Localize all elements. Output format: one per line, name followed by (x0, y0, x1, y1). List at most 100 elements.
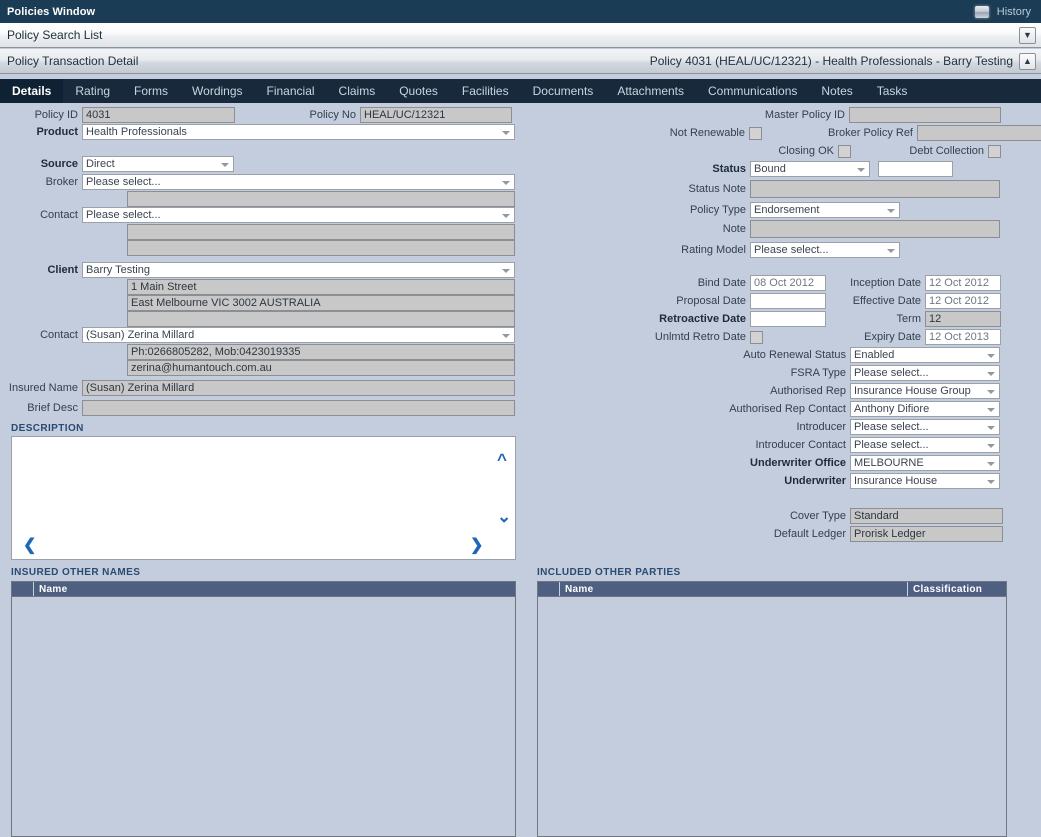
client-contact-select[interactable]: (Susan) Zerina Millard (82, 327, 515, 343)
fsra-type-select[interactable]: Please select... (850, 365, 1000, 381)
field-broker-policy-ref: Broker Policy Ref (700, 125, 1041, 141)
retroactive-date-input[interactable] (750, 311, 826, 327)
unlmtd-retro-date-checkbox[interactable] (750, 330, 763, 344)
tab-details[interactable]: Details (0, 79, 64, 103)
tab-communications[interactable]: Communications (696, 79, 809, 103)
field-client-contact-phone: Ph:0266805282, Mob:0423019335 (127, 344, 515, 360)
details-form: Policy ID 4031 Policy No HEAL/UC/12321 P… (0, 103, 1041, 837)
field-default-ledger: Default Ledger Prorisk Ledger (640, 526, 1003, 542)
broker-contact-detail-1-value (127, 224, 515, 240)
authorised-rep-select[interactable]: Insurance House Group (850, 383, 1000, 399)
cover-type-label: Cover Type (789, 510, 846, 522)
broker-label: Broker (45, 176, 78, 188)
chevron-down-icon[interactable]: ⌄ (497, 508, 511, 525)
expiry-date-input[interactable]: 12 Oct 2013 (925, 329, 1001, 345)
row-selector-gutter (12, 582, 34, 596)
field-note: Note (640, 220, 1000, 238)
policy-summary-title: Policy 4031 (HEAL/UC/12321) - Health Pro… (649, 54, 1013, 68)
chevron-left-icon[interactable]: ❮ (23, 538, 36, 554)
policy-type-select[interactable]: Endorsement (750, 202, 900, 218)
policy-id-value: 4031 (82, 107, 235, 123)
field-client-address-2: East Melbourne VIC 3002 AUSTRALIA (127, 295, 515, 311)
effective-date-input[interactable]: 12 Oct 2012 (925, 293, 1001, 309)
debt-collection-checkbox[interactable] (988, 144, 1001, 158)
chevron-up-icon[interactable]: ^ (497, 451, 507, 468)
underwriter-office-select[interactable]: MELBOURNE (850, 455, 1000, 471)
term-value: 12 (925, 311, 1001, 327)
included-other-parties-title: INCLUDED OTHER PARTIES (537, 567, 681, 578)
field-broker-contact-detail-1 (127, 224, 515, 240)
column-header-name[interactable]: Name (560, 582, 908, 596)
tab-documents[interactable]: Documents (521, 79, 606, 103)
brief-desc-label: Brief Desc (27, 402, 78, 414)
introducer-contact-label: Introducer Contact (755, 439, 847, 451)
field-client-address-3 (127, 311, 515, 327)
proposal-date-input[interactable] (750, 293, 826, 309)
field-fsra-type: FSRA Type Please select... (640, 365, 1000, 381)
brief-desc-input[interactable] (82, 400, 515, 416)
introducer-contact-select[interactable]: Please select... (850, 437, 1000, 453)
source-select[interactable]: Direct (82, 156, 234, 172)
field-underwriter-office: Underwriter Office MELBOURNE (640, 455, 1000, 471)
field-introducer: Introducer Please select... (640, 419, 1000, 435)
tab-financial[interactable]: Financial (255, 79, 327, 103)
insured-other-names-header-row: Name (12, 582, 515, 597)
tab-claims[interactable]: Claims (327, 79, 388, 103)
broker-policy-ref-value (917, 125, 1041, 141)
field-client-contact: Contact (Susan) Zerina Millard (0, 327, 515, 343)
history-button[interactable]: History (997, 6, 1031, 18)
note-input[interactable] (750, 220, 1000, 238)
field-bind-date: Bind Date 08 Oct 2012 (640, 275, 826, 291)
field-cover-type: Cover Type Standard (640, 508, 1003, 524)
bind-date-input[interactable]: 08 Oct 2012 (750, 275, 826, 291)
chevron-up-icon[interactable]: ▲ (1019, 52, 1036, 70)
note-label: Note (722, 223, 746, 235)
field-underwriter: Underwriter Insurance House (640, 473, 1000, 489)
introducer-select[interactable]: Please select... (850, 419, 1000, 435)
closing-ok-checkbox[interactable] (838, 144, 851, 158)
field-client-contact-email: zerina@humantouch.com.au (127, 360, 515, 376)
field-auto-renewal-status: Auto Renewal Status Enabled (640, 347, 1000, 363)
underwriter-office-label: Underwriter Office (750, 457, 846, 469)
field-source: Source Direct (0, 156, 234, 172)
client-select[interactable]: Barry Testing (82, 262, 515, 278)
status-select[interactable]: Bound (750, 161, 870, 177)
chevron-right-icon[interactable]: ❯ (470, 538, 483, 554)
field-term: Term 12 (840, 311, 1001, 327)
description-textarea[interactable] (11, 436, 516, 560)
tab-forms[interactable]: Forms (122, 79, 180, 103)
status-extra-input[interactable] (878, 161, 953, 177)
fsra-type-label: FSRA Type (790, 367, 846, 379)
product-select[interactable]: Health Professionals (82, 124, 515, 140)
underwriter-select[interactable]: Insurance House (850, 473, 1000, 489)
field-insured-name: Insured Name (Susan) Zerina Millard (0, 380, 515, 396)
policy-transaction-detail-bar[interactable]: Policy Transaction Detail Policy 4031 (H… (0, 49, 1041, 74)
tab-rating[interactable]: Rating (63, 79, 122, 103)
tab-quotes[interactable]: Quotes (387, 79, 450, 103)
authorised-rep-label: Authorised Rep (770, 385, 846, 397)
client-contact-label: Contact (40, 329, 78, 341)
column-header-name[interactable]: Name (34, 582, 515, 596)
field-brief-desc: Brief Desc (0, 400, 515, 416)
broker-contact-select[interactable]: Please select... (82, 207, 515, 223)
rating-model-select[interactable]: Please select... (750, 242, 900, 258)
authorised-rep-contact-select[interactable]: Anthony Difiore (850, 401, 1000, 417)
broker-select[interactable]: Please select... (82, 174, 515, 190)
tab-facilities[interactable]: Facilities (450, 79, 521, 103)
tab-wordings[interactable]: Wordings (180, 79, 254, 103)
field-introducer-contact: Introducer Contact Please select... (640, 437, 1000, 453)
chevron-down-icon[interactable]: ▼ (1019, 26, 1036, 44)
client-contact-email-value: zerina@humantouch.com.au (127, 360, 515, 376)
auto-renewal-status-select[interactable]: Enabled (850, 347, 1000, 363)
column-header-classification[interactable]: Classification (908, 582, 1006, 596)
field-status-note: Status Note (640, 180, 1000, 198)
insured-other-names-panel: Name (11, 581, 516, 837)
inception-date-input[interactable]: 12 Oct 2012 (925, 275, 1001, 291)
closing-ok-label: Closing OK (778, 145, 834, 157)
policy-search-list-bar[interactable]: Policy Search List ▼ (0, 23, 1041, 48)
tab-tasks[interactable]: Tasks (865, 79, 920, 103)
tab-notes[interactable]: Notes (809, 79, 864, 103)
field-broker: Broker Please select... (0, 174, 515, 190)
tab-attachments[interactable]: Attachments (605, 79, 696, 103)
status-note-input[interactable] (750, 180, 1000, 198)
